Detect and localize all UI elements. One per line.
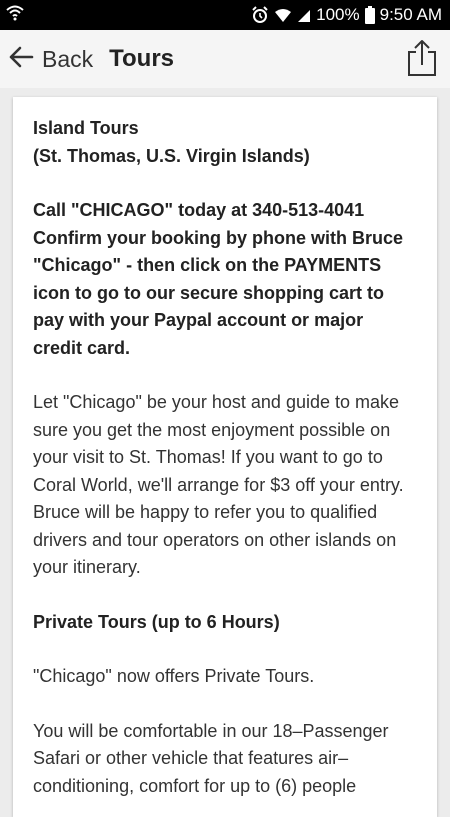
call-paragraph: Call "CHICAGO" today at 340-513-4041 Con…	[33, 200, 404, 358]
back-button[interactable]: Back	[8, 30, 93, 88]
private-tours-paragraph: "Chicago" now offers Private Tours.	[33, 666, 315, 686]
signal-icon	[297, 8, 311, 23]
app-bar: Back Tours	[0, 30, 450, 88]
wifi-icon	[274, 8, 292, 23]
back-label: Back	[42, 45, 94, 72]
wifi-icon	[6, 5, 24, 26]
heading-line1: Island Tours	[33, 118, 139, 138]
share-icon	[406, 40, 438, 82]
vehicle-paragraph: You will be comfortable in our 18–Passen…	[33, 720, 389, 796]
battery-level: 100%	[316, 5, 360, 24]
battery-icon	[364, 6, 375, 24]
alarm-icon	[251, 6, 269, 24]
private-tours-heading: Private Tours (up to 6 Hours)	[33, 611, 280, 632]
arrow-left-icon	[8, 46, 34, 73]
intro-paragraph: Let "Chicago" be your host and guide to …	[33, 392, 404, 577]
status-bar: 100% 9:50 AM	[0, 0, 450, 30]
share-button[interactable]	[406, 38, 438, 78]
content-card: Island Tours (St. Thomas, U.S. Virgin Is…	[13, 97, 437, 817]
clock: 9:50 AM	[379, 5, 442, 24]
page-title: Tours	[109, 45, 175, 72]
heading-line2: (St. Thomas, U.S. Virgin Islands)	[33, 145, 310, 166]
